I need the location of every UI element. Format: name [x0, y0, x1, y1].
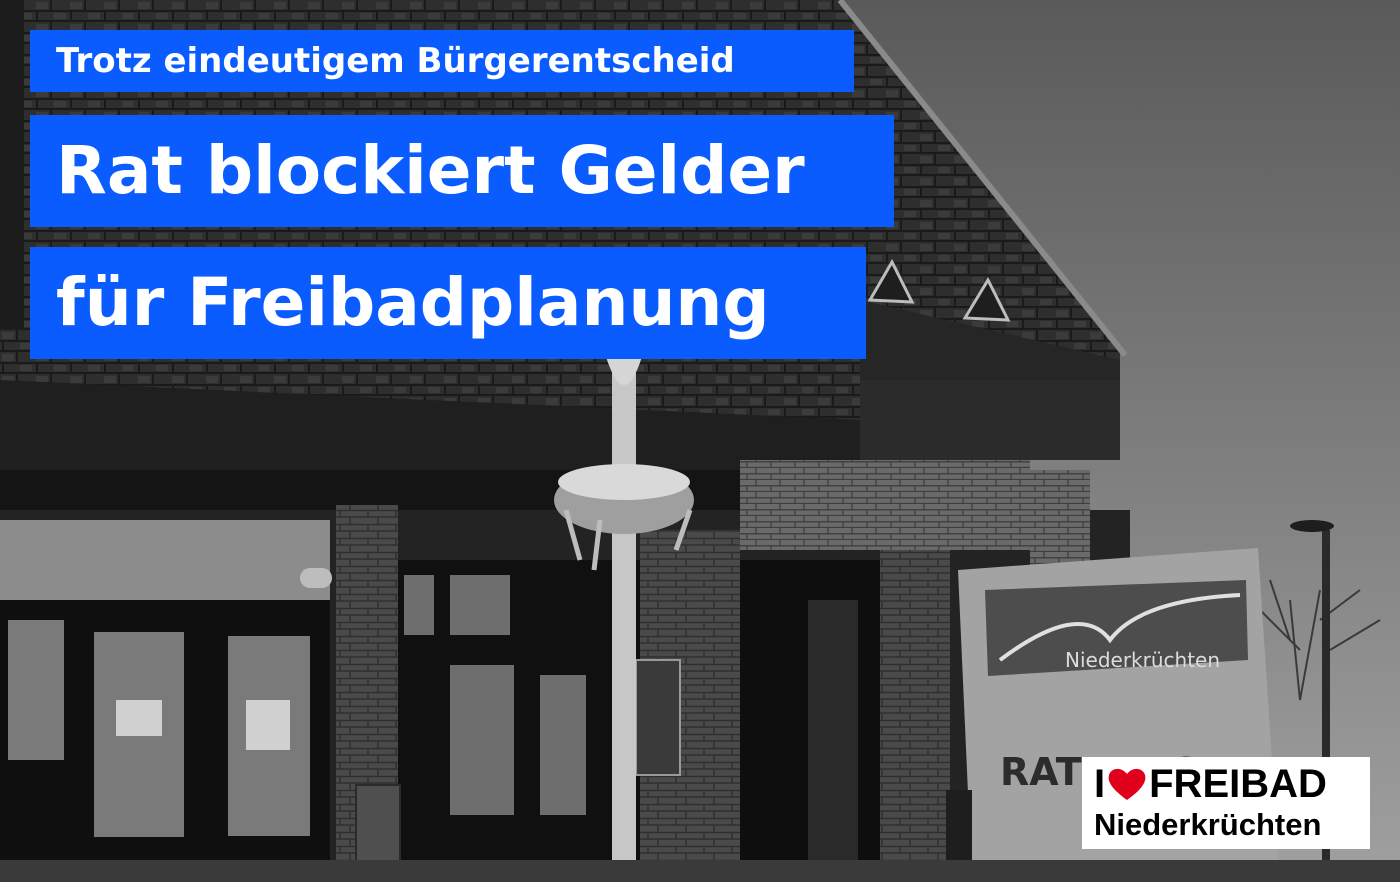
- headline-kicker: Trotz eindeutigem Bürgerentscheid: [30, 30, 854, 92]
- headline-line-2: für Freibadplanung: [30, 247, 866, 359]
- heart-icon: [1108, 768, 1146, 800]
- badge-word: FREIBAD: [1149, 762, 1327, 806]
- badge-prefix: I: [1094, 762, 1106, 806]
- sign-logo-text: Niederkrüchten: [1065, 648, 1220, 672]
- badge-first-line: I FREIBAD: [1094, 761, 1360, 807]
- i-love-freibad-badge: I FREIBAD Niederkrüchten: [1082, 757, 1370, 849]
- badge-place: Niederkrüchten: [1094, 807, 1322, 842]
- headline-line-1: Rat blockiert Gelder: [30, 115, 894, 227]
